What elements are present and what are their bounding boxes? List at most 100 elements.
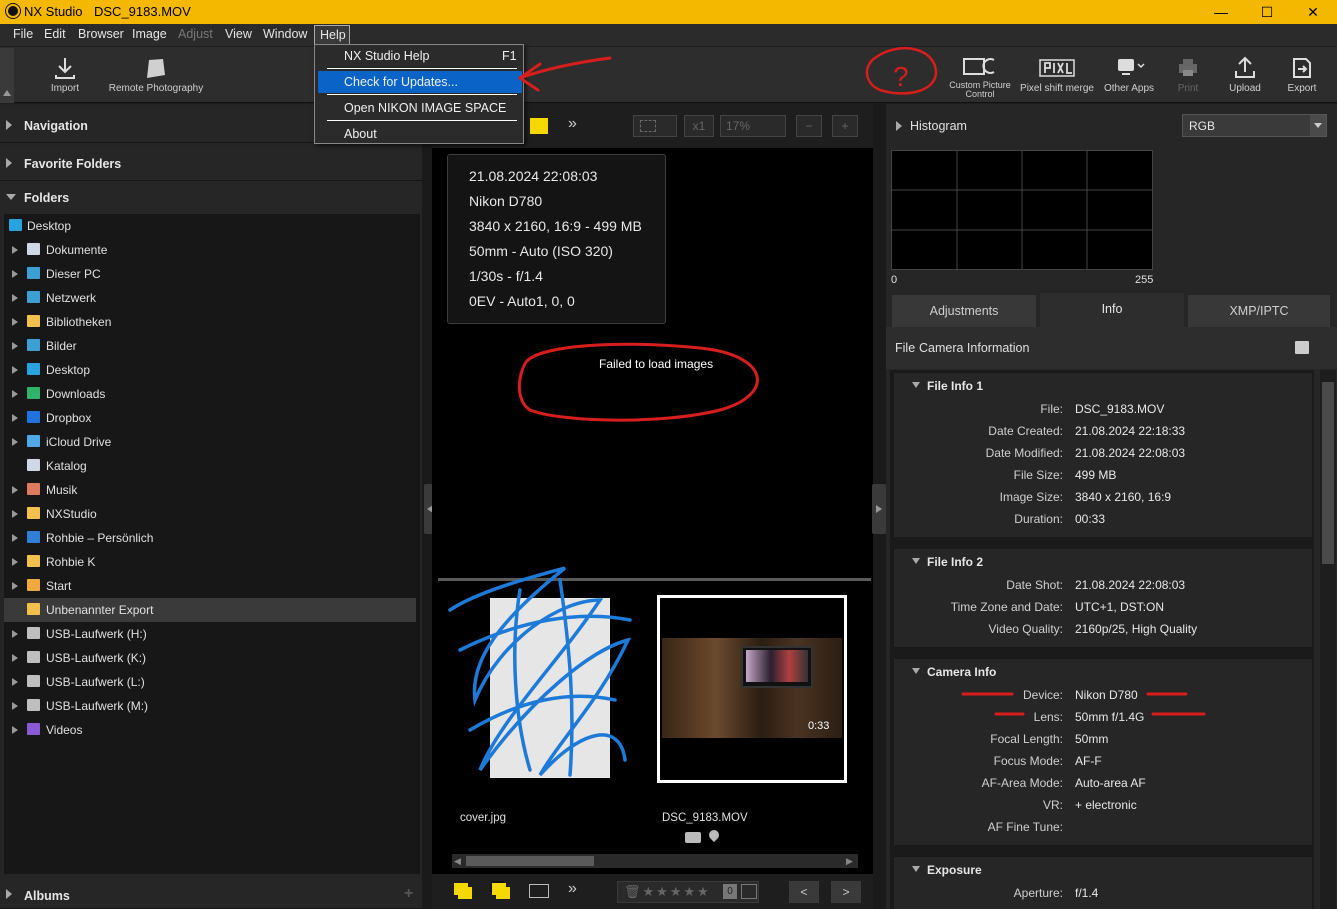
- histogram-collapse-icon[interactable]: [896, 121, 902, 131]
- expand-arrow-icon[interactable]: [12, 630, 18, 638]
- menu-item-nx-studio-help[interactable]: NX Studio Help F1: [318, 45, 522, 67]
- folder-item[interactable]: USB-Laufwerk (K:): [4, 646, 416, 670]
- rating-bar[interactable]: 🗑★★★★★: [617, 881, 759, 903]
- expand-arrow-icon[interactable]: [12, 678, 18, 686]
- folder-item[interactable]: Dropbox: [4, 406, 416, 430]
- info-group-header[interactable]: File Info 1: [894, 373, 1312, 397]
- frame-icon[interactable]: [529, 884, 549, 898]
- menu-view[interactable]: View: [225, 27, 252, 41]
- folder-item[interactable]: Desktop: [4, 214, 416, 238]
- expand-arrow-icon[interactable]: [12, 318, 18, 326]
- favorite-folders-header[interactable]: Favorite Folders: [0, 147, 422, 181]
- folder-item[interactable]: Bilder: [4, 334, 416, 358]
- menu-item-check-updates[interactable]: Check for Updates...: [318, 71, 522, 93]
- scroll-right-icon[interactable]: ▶: [846, 856, 853, 867]
- stack-view-icon[interactable]: [492, 883, 506, 895]
- expand-arrow-icon[interactable]: [12, 342, 18, 350]
- pixel-shift-merge-button[interactable]: Pixel shift merge: [1020, 55, 1094, 94]
- other-apps-button[interactable]: Other Apps: [1100, 55, 1158, 94]
- folder-item[interactable]: Rohbie – Persönlich: [4, 526, 416, 550]
- expand-arrow-icon[interactable]: [12, 270, 18, 278]
- info-camera-filter[interactable]: Camera Information: [919, 341, 1029, 355]
- info-group-header[interactable]: Exposure: [894, 857, 1312, 881]
- menu-edit[interactable]: Edit: [44, 27, 66, 41]
- maximize-button[interactable]: ☐: [1244, 0, 1290, 24]
- folder-item[interactable]: USB-Laufwerk (M:): [4, 694, 416, 718]
- folder-item[interactable]: Start: [4, 574, 416, 598]
- add-album-icon[interactable]: +: [404, 885, 413, 903]
- thumbnail-view-icon[interactable]: [454, 883, 468, 895]
- zoom-select[interactable]: 17%: [720, 115, 786, 137]
- collapse-right-panel-button[interactable]: [872, 484, 886, 534]
- expand-arrow-icon[interactable]: [12, 294, 18, 302]
- folder-item[interactable]: Dokumente: [4, 238, 416, 262]
- menu-adjust[interactable]: Adjust: [178, 27, 213, 41]
- folder-item[interactable]: Dieser PC: [4, 262, 416, 286]
- scroll-left-icon[interactable]: ◀: [454, 856, 461, 867]
- expand-arrow-icon[interactable]: [12, 486, 18, 494]
- folder-item[interactable]: Katalog: [4, 454, 416, 478]
- tab-xmp-iptc[interactable]: XMP/IPTC: [1188, 295, 1330, 327]
- expand-arrow-icon[interactable]: [12, 726, 18, 734]
- expand-arrow-icon[interactable]: [12, 558, 18, 566]
- info-scrollbar-thumb[interactable]: [1322, 382, 1334, 564]
- import-button[interactable]: Import: [38, 55, 92, 94]
- menu-item-about[interactable]: About: [318, 123, 522, 145]
- custom-picture-control-button[interactable]: Custom Picture Control: [946, 55, 1014, 99]
- menu-browser[interactable]: Browser: [78, 27, 124, 41]
- close-button[interactable]: ✕: [1290, 0, 1336, 24]
- folder-item[interactable]: NXStudio: [4, 502, 416, 526]
- expand-arrow-icon[interactable]: [12, 414, 18, 422]
- menu-help[interactable]: Help: [320, 28, 346, 42]
- albums-header[interactable]: Albums +: [0, 880, 422, 909]
- minimize-button[interactable]: —: [1198, 0, 1244, 24]
- tab-info[interactable]: Info: [1040, 293, 1184, 327]
- menu-image[interactable]: Image: [132, 27, 167, 41]
- menu-item-nikon-image-space[interactable]: Open NIKON IMAGE SPACE: [318, 97, 522, 119]
- export-button[interactable]: Export: [1282, 55, 1322, 94]
- menu-window[interactable]: Window: [263, 27, 307, 41]
- toolbar-collapse-handle[interactable]: [0, 48, 14, 103]
- upload-button[interactable]: Upload: [1224, 55, 1266, 94]
- folder-item[interactable]: Bibliotheken: [4, 310, 416, 334]
- zoom-1x-button[interactable]: x1: [684, 115, 714, 137]
- expand-arrow-icon[interactable]: [12, 582, 18, 590]
- trash-icon[interactable]: 🗑: [624, 884, 643, 899]
- expand-arrow-icon[interactable]: [12, 390, 18, 398]
- more-filmstrip-tools-icon[interactable]: »: [568, 880, 577, 898]
- folder-item[interactable]: iCloud Drive: [4, 430, 416, 454]
- folder-item[interactable]: Rohbie K: [4, 550, 416, 574]
- zoom-out-icon[interactable]: −: [796, 115, 822, 137]
- filmstrip-divider[interactable]: [438, 578, 871, 581]
- rating-stars-icon[interactable]: ★★★★★: [643, 884, 711, 899]
- expand-arrow-icon[interactable]: [12, 534, 18, 542]
- more-tools-icon[interactable]: »: [568, 115, 577, 133]
- remote-photography-button[interactable]: Remote Photography: [104, 55, 208, 94]
- info-settings-icon[interactable]: [1295, 341, 1309, 354]
- histogram-channel-select[interactable]: RGB: [1182, 114, 1327, 137]
- label-icon[interactable]: [741, 884, 757, 899]
- previous-image-button[interactable]: <: [789, 881, 819, 903]
- expand-arrow-icon[interactable]: [12, 510, 18, 518]
- folder-item[interactable]: USB-Laufwerk (H:): [4, 622, 416, 646]
- zoom-in-icon[interactable]: +: [832, 115, 858, 137]
- menu-file[interactable]: File: [13, 27, 33, 41]
- folder-item[interactable]: Netzwerk: [4, 286, 416, 310]
- fit-screen-button[interactable]: [633, 115, 677, 137]
- expand-arrow-icon[interactable]: [12, 246, 18, 254]
- tab-adjustments[interactable]: Adjustments: [892, 295, 1036, 327]
- folder-item[interactable]: Desktop: [4, 358, 416, 382]
- print-button[interactable]: Print: [1170, 55, 1206, 94]
- folder-item[interactable]: Unbenannter Export: [4, 598, 416, 622]
- folder-item[interactable]: Downloads: [4, 382, 416, 406]
- folders-header[interactable]: Folders: [0, 181, 422, 215]
- expand-arrow-icon[interactable]: [12, 654, 18, 662]
- next-image-button[interactable]: >: [831, 881, 861, 903]
- expand-arrow-icon[interactable]: [12, 438, 18, 446]
- compare-mode-icon[interactable]: [530, 118, 548, 134]
- expand-arrow-icon[interactable]: [12, 702, 18, 710]
- folder-item[interactable]: Videos: [4, 718, 416, 742]
- scrollbar-thumb[interactable]: [466, 856, 594, 866]
- thumbnail-cover[interactable]: [490, 598, 610, 778]
- info-group-header[interactable]: Camera Info: [894, 659, 1312, 683]
